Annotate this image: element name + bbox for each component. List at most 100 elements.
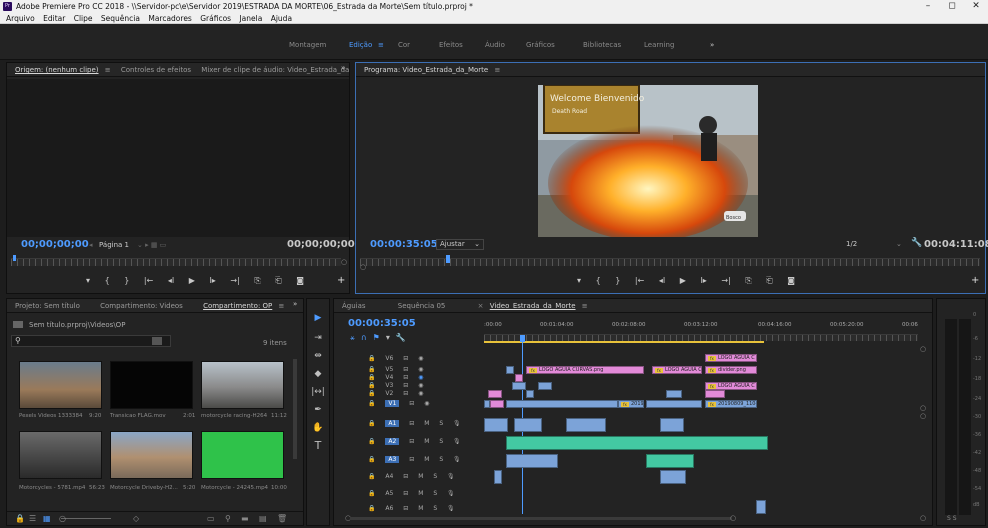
- tab-program[interactable]: Programa: Video_Estrada_da_Morte: [364, 63, 488, 76]
- snap-icon[interactable]: ∩: [361, 333, 373, 342]
- workspace-audio[interactable]: Áudio: [485, 41, 505, 49]
- track-sync-icon[interactable]: ⊟: [403, 390, 408, 397]
- automate-icon[interactable]: ▭: [207, 512, 215, 526]
- source-page-label[interactable]: Página 1: [99, 241, 129, 249]
- zoom-slider[interactable]: [61, 518, 111, 519]
- track-lock-icon[interactable]: 🔒: [368, 473, 375, 480]
- workspace-montagem[interactable]: Montagem: [289, 41, 326, 49]
- source-mark-out-icon[interactable]: }: [124, 276, 129, 285]
- menu-janela[interactable]: Janela: [239, 13, 262, 24]
- program-extract-icon[interactable]: ⎗: [766, 276, 772, 286]
- timeline-clip[interactable]: [512, 382, 526, 390]
- track-sync-icon[interactable]: ⊟: [403, 382, 408, 389]
- program-mark-out-icon[interactable]: }: [615, 276, 620, 285]
- timeline-clip[interactable]: fx LOGO AGUIA C: [705, 382, 757, 390]
- menu-marcadores[interactable]: Marcadores: [148, 13, 192, 24]
- razor-tool-icon[interactable]: ◆: [311, 367, 325, 381]
- track-sync-icon[interactable]: ⊟: [409, 400, 414, 407]
- new-item-icon[interactable]: ▤: [259, 512, 267, 526]
- track-sync-icon[interactable]: ⊟: [409, 456, 414, 463]
- track-lock-icon[interactable]: 🔒: [368, 456, 375, 463]
- timeline-clip[interactable]: fx LOGO AGUIA CURVAS.png: [526, 366, 644, 374]
- timeline-vscroll-mid-handle-icon[interactable]: ○: [920, 404, 926, 412]
- source-time-ruler[interactable]: [11, 258, 341, 266]
- timeline-audio-clip[interactable]: [484, 418, 508, 432]
- timeline-clip[interactable]: fx LOGO AGUIA C: [705, 354, 757, 362]
- timeline-clip[interactable]: fx LOGO AGUIA CL: [652, 366, 702, 374]
- project-tab-menu-icon[interactable]: ≡: [279, 299, 285, 312]
- track-label-v1[interactable]: V1: [385, 400, 400, 407]
- track-eye-icon[interactable]: ◉: [418, 374, 423, 381]
- program-go-out-icon[interactable]: →|: [721, 276, 730, 285]
- workspace-bibliotecas[interactable]: Bibliotecas: [583, 41, 621, 49]
- track-mic-icon[interactable]: 🎙: [447, 505, 455, 512]
- track-solo-button[interactable]: S: [433, 490, 437, 497]
- track-lock-icon[interactable]: 🔒: [368, 505, 375, 512]
- source-insert-icon[interactable]: ⎘: [254, 276, 260, 286]
- program-export-frame-icon[interactable]: ◙: [787, 276, 795, 285]
- menu-graficos[interactable]: Gráficos: [200, 13, 231, 24]
- timeline-clip[interactable]: [526, 390, 534, 398]
- track-solo-button[interactable]: S: [433, 505, 437, 512]
- menu-sequencia[interactable]: Sequência: [101, 13, 140, 24]
- project-search-input[interactable]: ⚲: [11, 335, 171, 347]
- source-add-button-icon[interactable]: +: [337, 275, 345, 286]
- pen-tool-icon[interactable]: ✒: [311, 403, 325, 417]
- source-page-dropdown-icon[interactable]: ⌄ ▸ ▦ ▭: [137, 241, 166, 249]
- clip-thumbnail-motorcycle-racing[interactable]: [201, 361, 284, 409]
- track-mute-button[interactable]: M: [424, 438, 429, 445]
- track-mute-button[interactable]: M: [418, 490, 423, 497]
- program-playhead[interactable]: [446, 255, 450, 263]
- menu-ajuda[interactable]: Ajuda: [271, 13, 292, 24]
- workspace-efeitos[interactable]: Efeitos: [439, 41, 463, 49]
- program-mark-in-icon[interactable]: {: [596, 276, 601, 285]
- track-lock-icon[interactable]: 🔒: [368, 490, 375, 497]
- source-step-fwd-icon[interactable]: I▸: [209, 276, 215, 285]
- wrench-settings-icon[interactable]: 🔧: [911, 238, 922, 248]
- minimize-button[interactable]: –: [916, 0, 940, 13]
- program-go-in-icon[interactable]: |←: [635, 276, 644, 285]
- timeline-vscroll-bottom-handle-icon[interactable]: ○: [920, 514, 926, 522]
- track-lock-icon[interactable]: 🔒: [368, 382, 375, 389]
- source-zoom-handle-icon[interactable]: ○: [341, 258, 347, 266]
- track-mute-button[interactable]: M: [418, 473, 423, 480]
- tab-effect-controls[interactable]: Controles de efeitos: [121, 63, 191, 76]
- timeline-audio-clip[interactable]: [494, 470, 502, 484]
- clip-thumbnail-motorcycle-24245[interactable]: [201, 431, 284, 479]
- tab-project[interactable]: Projeto: Sem título: [15, 299, 80, 312]
- new-bin-icon[interactable]: ▬: [241, 512, 249, 526]
- track-mic-icon[interactable]: 🎙: [453, 438, 461, 445]
- source-play-icon[interactable]: ▶: [189, 276, 195, 285]
- track-sync-icon[interactable]: ⊟: [403, 490, 408, 497]
- source-timecode-in[interactable]: 00;00;00;00: [21, 239, 89, 250]
- program-step-fwd-icon[interactable]: I▸: [700, 276, 706, 285]
- program-mark-icon[interactable]: ▾: [577, 276, 581, 285]
- lock-icon[interactable]: 🔒: [15, 512, 25, 526]
- track-solo-button[interactable]: S: [439, 456, 443, 463]
- meter-solo-buttons[interactable]: S S: [947, 515, 957, 522]
- track-lock-icon[interactable]: 🔒: [368, 374, 375, 381]
- new-search-bin-icon[interactable]: [152, 337, 162, 345]
- menu-clipe[interactable]: Clipe: [74, 13, 93, 24]
- timeline-vscroll-top-handle-icon[interactable]: ○: [920, 345, 926, 353]
- source-step-back-icon[interactable]: ◂I: [168, 276, 174, 285]
- clip-thumbnail-transicao[interactable]: [110, 361, 193, 409]
- track-select-tool-icon[interactable]: ⇥: [311, 331, 325, 345]
- timeline-audio-clip[interactable]: [514, 418, 542, 432]
- tab-bin-videos[interactable]: Compartimento: Videos: [100, 299, 183, 312]
- source-go-in-icon[interactable]: |←: [144, 276, 153, 285]
- track-sync-icon[interactable]: ⊟: [403, 473, 408, 480]
- track-eye-icon[interactable]: ◉: [418, 382, 423, 389]
- maximize-button[interactable]: ◻: [940, 0, 964, 13]
- menu-editar[interactable]: Editar: [43, 13, 65, 24]
- sort-icon[interactable]: ◇: [133, 512, 139, 526]
- program-step-back-icon[interactable]: ◂I: [659, 276, 665, 285]
- timeline-scroll-right-handle-icon[interactable]: ○: [730, 514, 736, 522]
- workspace-learning[interactable]: Learning: [644, 41, 674, 49]
- timeline-time-ruler[interactable]: [484, 334, 918, 341]
- track-solo-button[interactable]: S: [439, 420, 443, 427]
- timeline-clip[interactable]: fx 2019: [618, 400, 644, 408]
- tab-seq-05[interactable]: Sequência 05: [398, 299, 446, 312]
- timeline-clip[interactable]: [490, 400, 504, 408]
- timeline-timecode[interactable]: 00:00:35:05: [348, 318, 416, 329]
